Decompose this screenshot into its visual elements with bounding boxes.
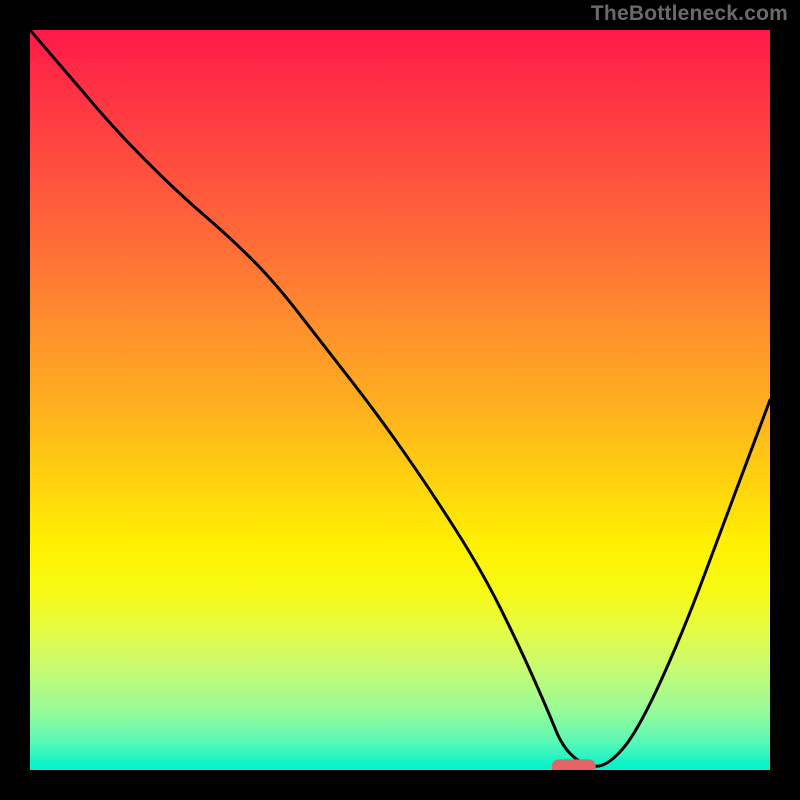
attribution-label: TheBottleneck.com: [591, 2, 788, 26]
optimum-marker: [552, 760, 596, 770]
bottleneck-curve: [30, 30, 770, 766]
curve-layer: [30, 30, 770, 770]
plot-area: [30, 30, 770, 770]
chart-frame: TheBottleneck.com: [0, 0, 800, 800]
